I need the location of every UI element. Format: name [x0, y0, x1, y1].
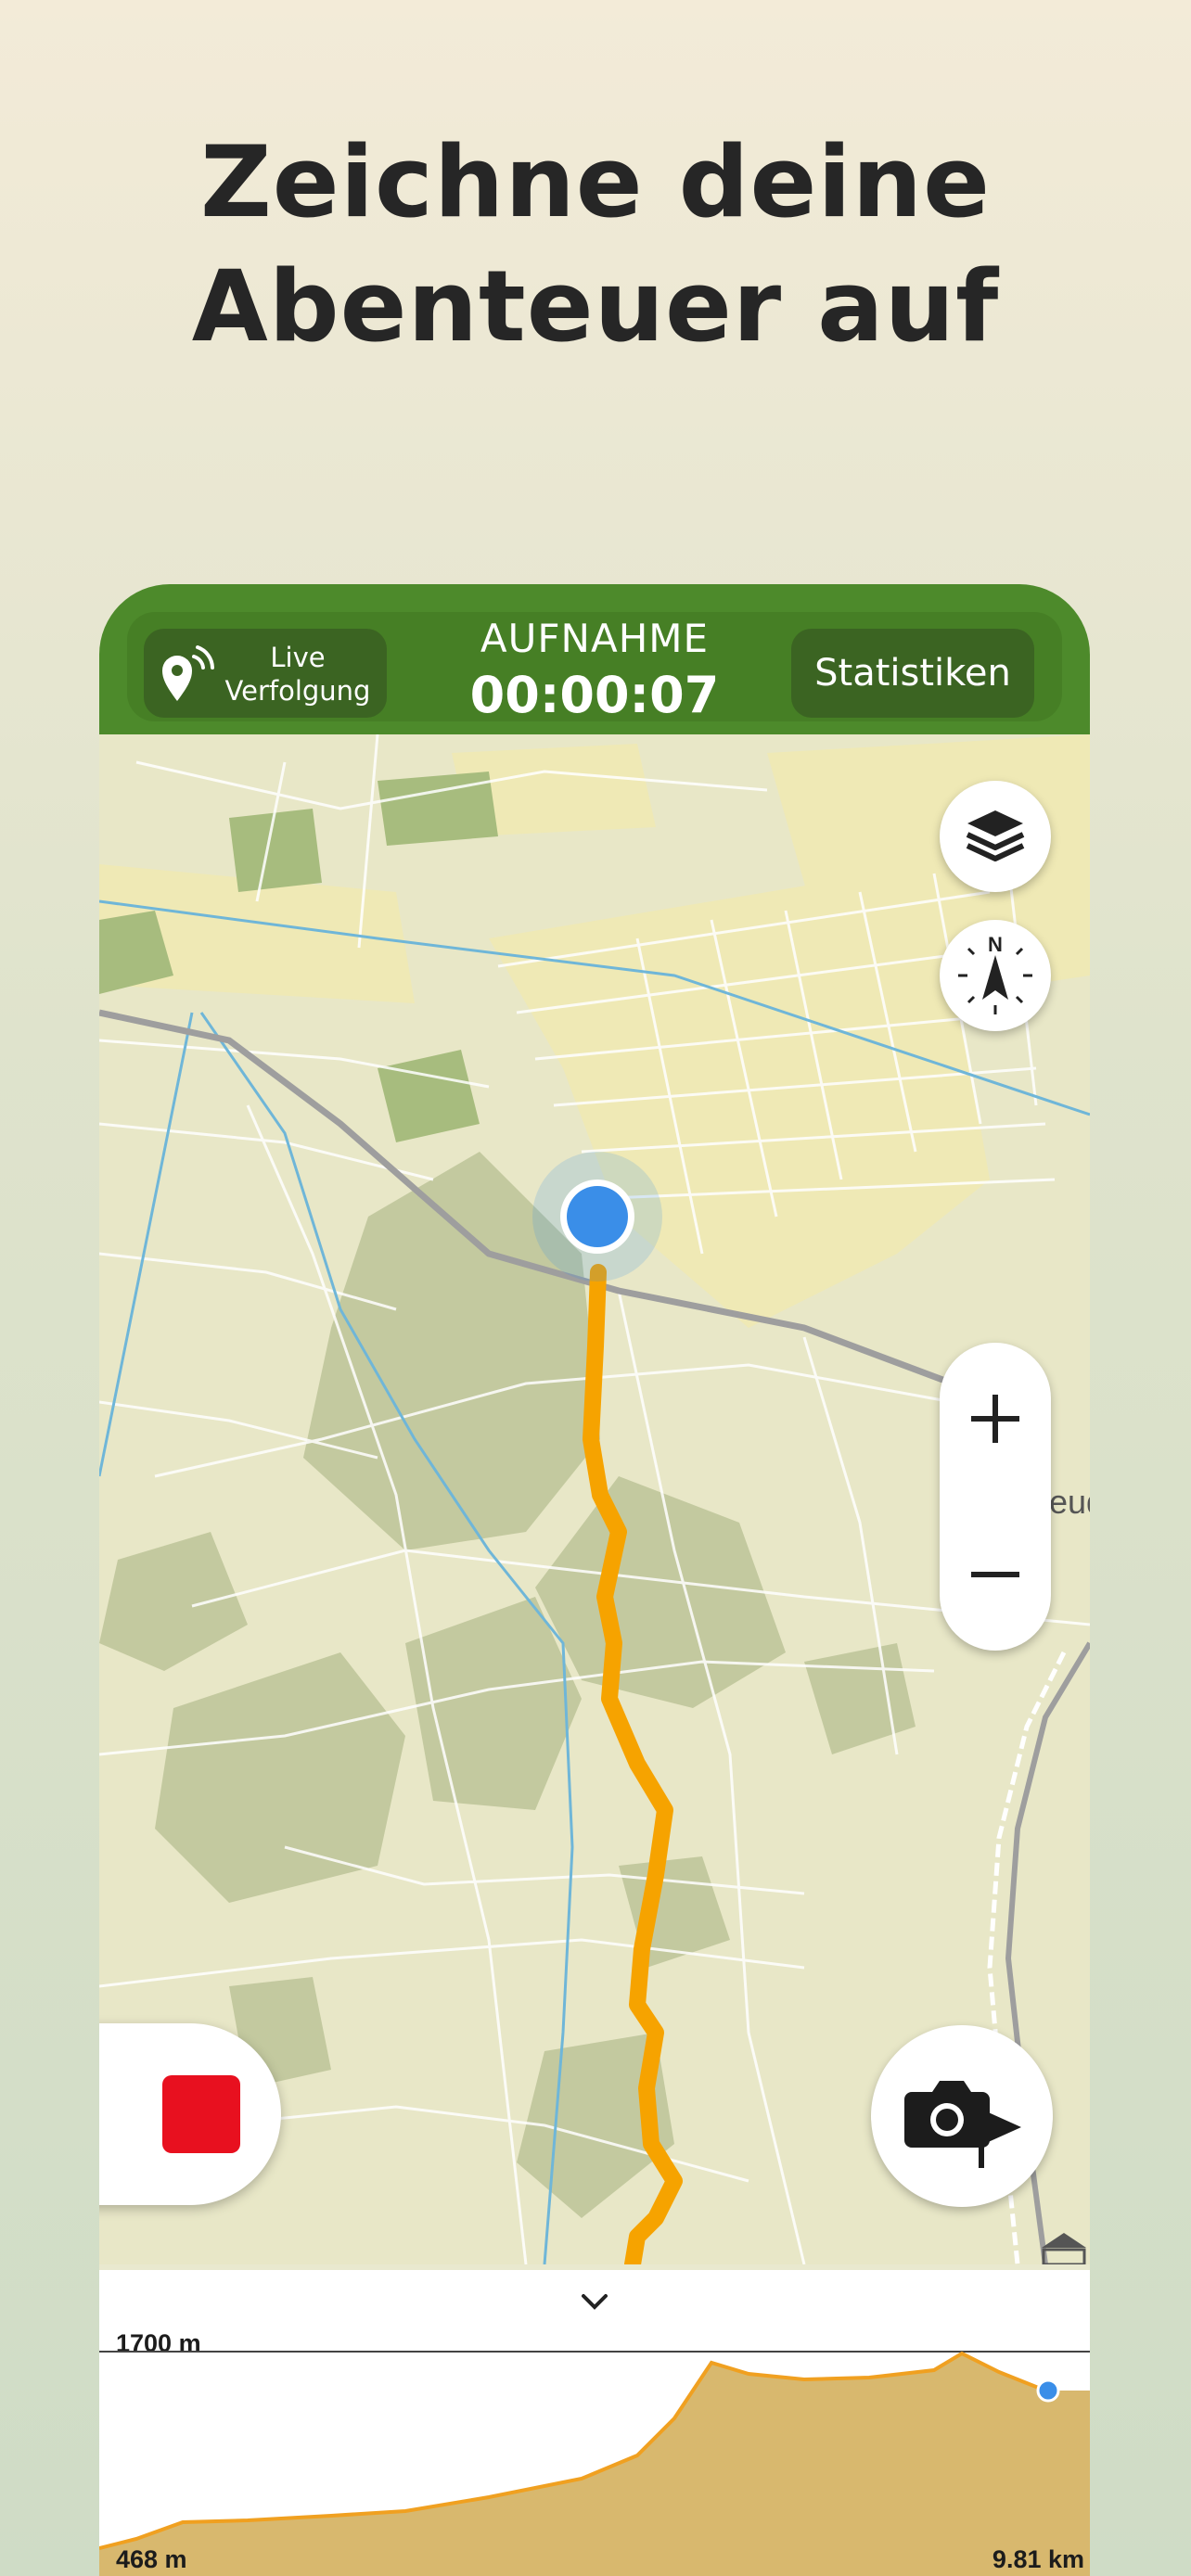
headline: Zeichne deine Abenteuer auf [0, 121, 1191, 369]
app-screen: Live Verfolgung AUFNAHME 00:00:07 Statis… [99, 584, 1090, 2576]
elevation-fill [99, 2353, 1090, 2576]
layers-icon [966, 810, 1025, 861]
zoom-out-button[interactable] [940, 1497, 1051, 1651]
elevation-profile-panel[interactable]: 1700 m 468 m 9.81 km [99, 2270, 1090, 2576]
headline-line-1: Zeichne deine [199, 125, 992, 239]
map-layers-button[interactable] [940, 781, 1051, 892]
compass-button[interactable]: N [940, 920, 1051, 1031]
elevation-position-dot [1036, 2378, 1060, 2403]
camera-waypoint-icon [904, 2081, 1021, 2168]
distance-label: 9.81 km [992, 2545, 1084, 2573]
statistics-button[interactable]: Statistiken [791, 629, 1034, 718]
stop-recording-button[interactable] [99, 2023, 281, 2205]
recording-bar: Live Verfolgung AUFNAHME 00:00:07 Statis… [99, 584, 1090, 734]
zoom-in-icon [971, 1395, 1019, 1443]
compass-icon: N [958, 933, 1032, 1014]
zoom-control [940, 1343, 1051, 1651]
elevation-min-label: 468 m [116, 2545, 187, 2573]
zoom-out-icon [971, 1572, 1019, 1577]
headline-line-2: Abenteuer auf [191, 249, 1000, 363]
zoom-in-button[interactable] [940, 1343, 1051, 1497]
town-label: eud [1049, 1483, 1090, 1521]
location-dot-icon [567, 1186, 628, 1247]
elevation-chart [99, 2351, 1090, 2576]
add-photo-waypoint-button[interactable] [871, 2025, 1053, 2207]
compass-north-label: N [988, 933, 1003, 956]
stop-icon [162, 2075, 240, 2153]
